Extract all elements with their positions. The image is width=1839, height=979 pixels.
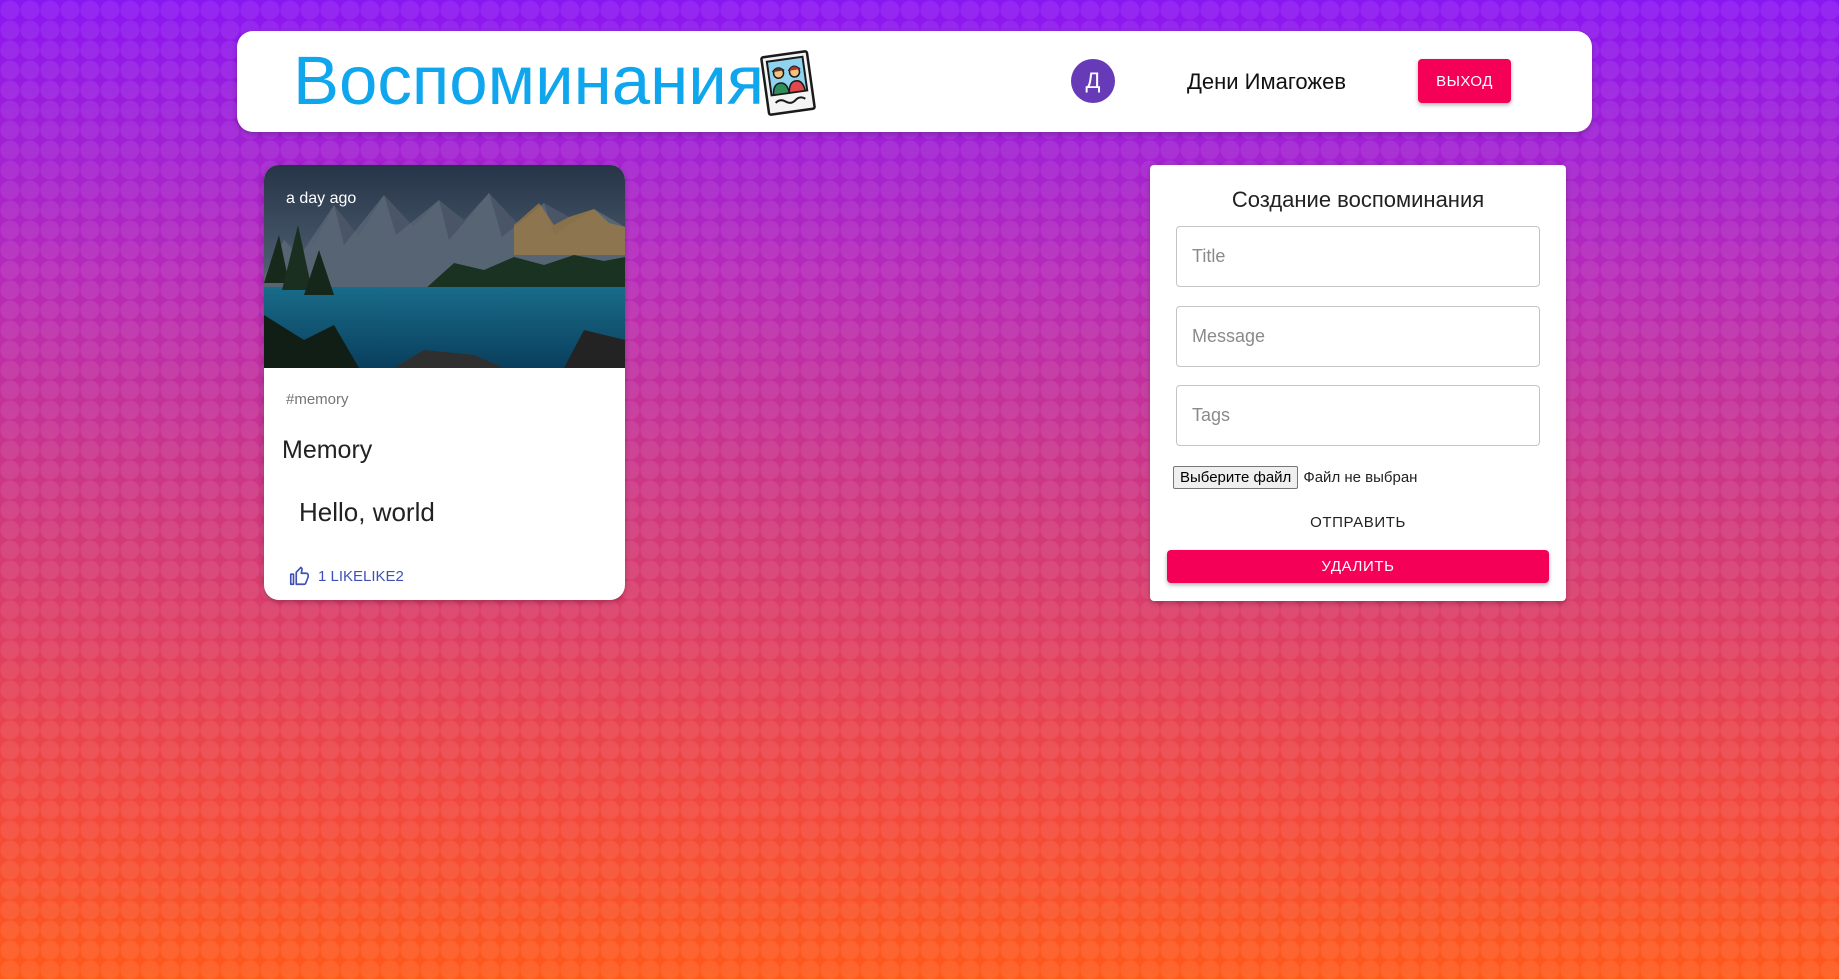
form-heading: Создание воспоминания	[1231, 187, 1485, 212]
post-title: Memory	[282, 436, 373, 464]
post-time: a day ago	[286, 190, 357, 207]
post-card: a day ago #memory Memory Hello, world 1 …	[264, 165, 625, 600]
brand-title[interactable]: Воспоминания	[293, 42, 764, 120]
app-header: Воспоминания Д Дени Имагожев ВЫХОД	[237, 31, 1592, 132]
logout-button[interactable]: ВЫХОД	[1418, 59, 1511, 103]
memories-photo-icon	[755, 49, 821, 117]
submit-button[interactable]: ОТПРАВИТЬ	[1300, 505, 1416, 539]
title-input[interactable]	[1176, 226, 1540, 287]
post-message: Hello, world	[299, 497, 435, 527]
message-input[interactable]	[1176, 306, 1540, 367]
username: Дени Имагожев	[1187, 69, 1347, 94]
choose-file-button[interactable]: Выберите файл	[1173, 466, 1299, 489]
avatar[interactable]: Д	[1071, 59, 1115, 103]
tags-input[interactable]	[1176, 385, 1540, 446]
memory-form: Создание воспоминания Выберите файл Файл…	[1150, 165, 1566, 601]
file-status: Файл не выбран	[1303, 469, 1418, 486]
like-label: 1 LIKELIKE2	[318, 567, 404, 585]
file-picker: Выберите файл Файл не выбран	[1173, 466, 1417, 489]
post-tags: #memory	[286, 391, 349, 408]
thumb-up-icon	[289, 566, 309, 586]
like-button[interactable]: 1 LIKELIKE2	[284, 561, 408, 591]
clear-button[interactable]: УДАЛИТЬ	[1167, 550, 1549, 583]
